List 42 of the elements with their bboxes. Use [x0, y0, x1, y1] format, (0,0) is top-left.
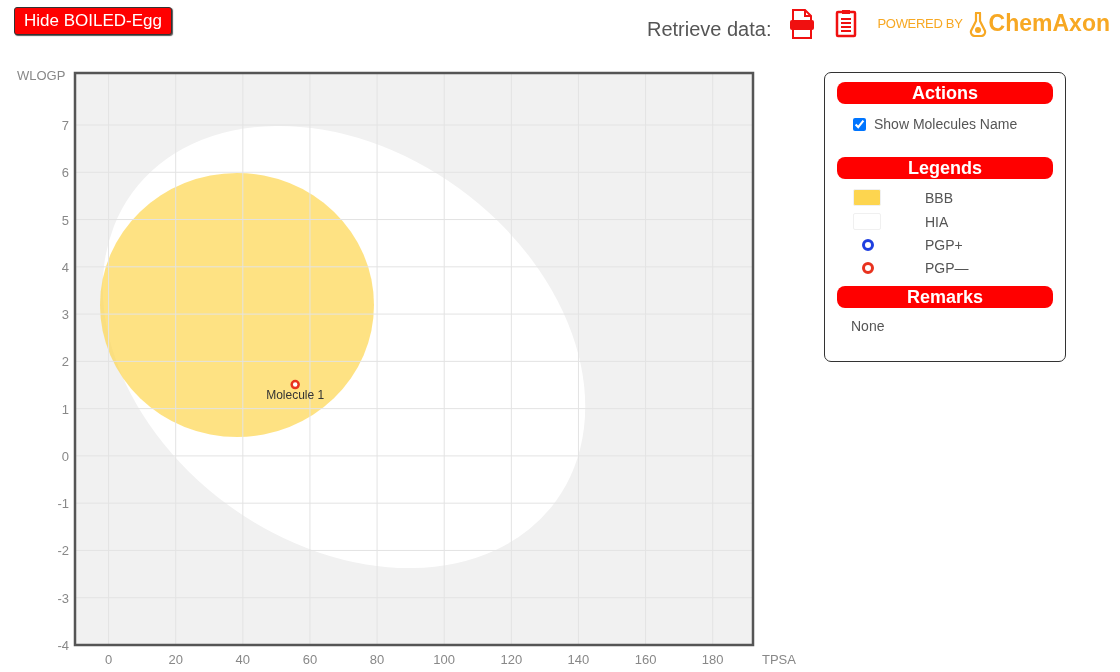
y-tick-label: 6 [61, 165, 69, 181]
y-tick-label: -1 [57, 496, 69, 512]
y-tick-label: 0 [61, 448, 69, 464]
powered-by-text: POWERED BY [877, 16, 963, 31]
x-tick-label: 80 [369, 652, 385, 667]
flask-icon [968, 10, 987, 37]
x-tick-label: 180 [701, 652, 724, 667]
x-tick-label: 20 [168, 652, 183, 667]
molecule-label: Molecule 1 [266, 387, 325, 402]
y-tick-label: 4 [61, 259, 69, 275]
legend-label: HIA [925, 213, 950, 230]
legend-label: PGP+ [925, 237, 964, 253]
actions-header: Actions [837, 82, 1053, 104]
x-tick-label: 140 [567, 652, 590, 667]
y-tick-label: -2 [57, 543, 69, 559]
document-icon[interactable] [835, 9, 858, 38]
remarks-text: None [851, 318, 886, 334]
y-tick-label: 1 [61, 401, 69, 417]
y-tick-label: -3 [57, 590, 69, 606]
show-names-checkbox[interactable] [853, 117, 866, 131]
y-tick-label: 2 [61, 354, 69, 370]
brand-name: ChemAxon [988, 10, 1110, 37]
x-axis-title: TPSA [762, 652, 796, 667]
retrieve-data-label: Retrieve data: [646, 18, 772, 41]
legend-label: PGP— [925, 260, 970, 276]
x-tick-label: 60 [302, 652, 318, 667]
y-tick-label: -4 [57, 638, 69, 653]
show-names-label: Show Molecules Name [874, 116, 1018, 132]
x-tick-label: 160 [634, 652, 657, 667]
x-tick-label: 0 [104, 652, 113, 667]
remarks-header: Remarks [837, 286, 1053, 308]
y-tick-label: 3 [61, 307, 69, 323]
x-tick-label: 120 [500, 652, 523, 667]
x-tick-label: 40 [235, 652, 251, 667]
y-axis-title: WLOGP [17, 68, 66, 83]
y-tick-label: 5 [61, 212, 69, 228]
legend-label: BBB [925, 189, 954, 206]
y-tick-label: 7 [61, 118, 69, 133]
x-tick-label: 100 [433, 652, 456, 667]
molecule-point[interactable] [290, 379, 300, 390]
legends-header: Legends [837, 157, 1053, 179]
toggle-egg-button[interactable]: Hide BOILED-Egg [14, 7, 172, 35]
